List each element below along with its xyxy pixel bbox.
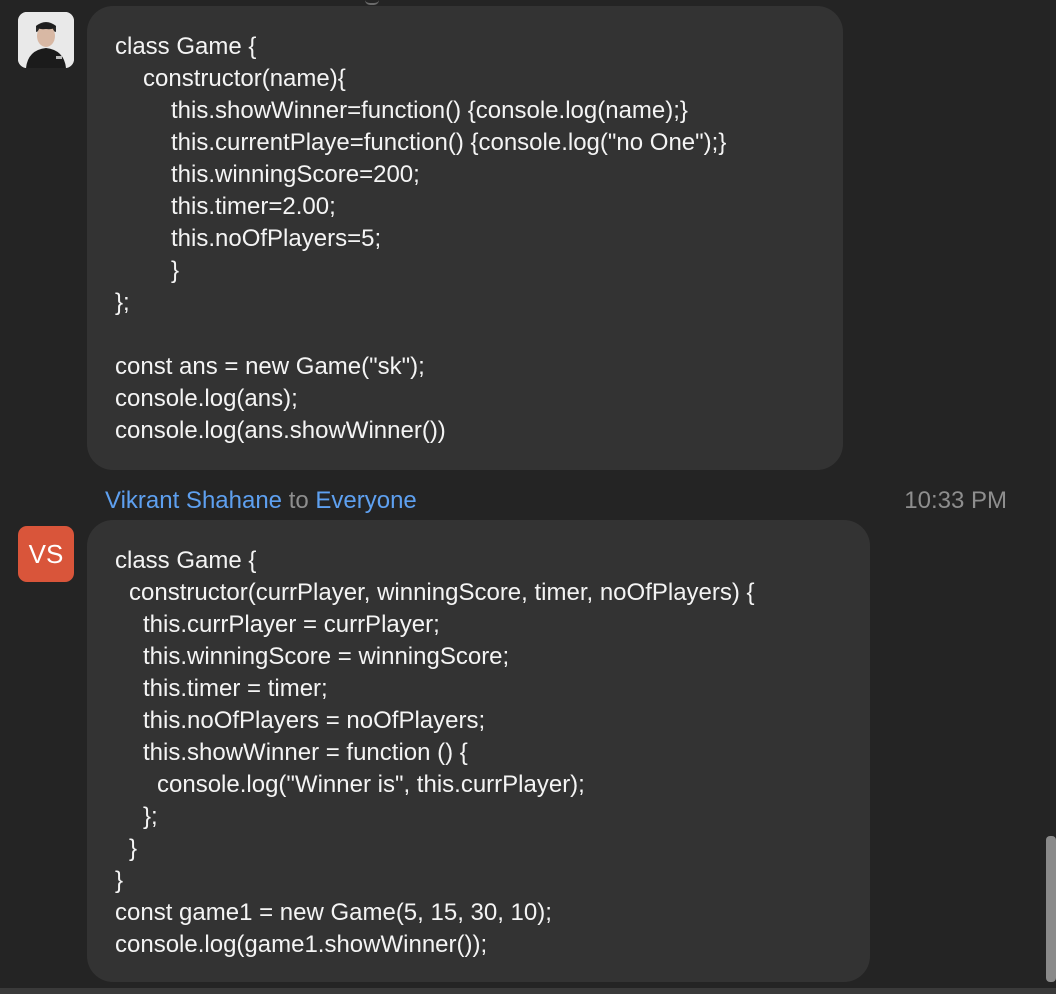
code-line: }; <box>143 803 158 830</box>
code-line: this.currPlayer = currPlayer; <box>143 611 440 638</box>
code-line: const game1 = new Game(5, 15, 30, 10); <box>115 899 552 926</box>
message-bubble[interactable]: class Game { constructor(currPlayer, win… <box>87 520 870 982</box>
code-line: } <box>129 835 138 862</box>
code-line: class Game { <box>115 547 257 574</box>
user-photo-icon <box>18 12 74 68</box>
code-line: console.log("Winner is", this.currPlayer… <box>157 771 585 798</box>
code-line: this.noOfPlayers=5; <box>171 225 382 252</box>
message-timestamp: 10:33 PM <box>904 487 1007 514</box>
code-line: console.log(ans.showWinner()) <box>115 417 446 444</box>
message-header: Vikrant Shahane to Everyone <box>105 484 417 518</box>
code-line: this.showWinner = function () { <box>143 739 468 766</box>
code-line: const ans = new Game("sk"); <box>115 353 425 380</box>
code-line: constructor(name){ <box>143 65 346 92</box>
to-label: to <box>288 487 309 514</box>
code-line: constructor(currPlayer, winningScore, ti… <box>129 579 755 606</box>
code-line: this.currentPlaye=function() {console.lo… <box>171 129 727 156</box>
sender-name[interactable]: Vikrant Shahane <box>105 487 282 514</box>
code-line: this.winningScore=200; <box>171 161 420 188</box>
recipient-name[interactable]: Everyone <box>315 487 416 514</box>
initials-avatar[interactable]: VS <box>18 526 74 582</box>
code-line: console.log(ans); <box>115 385 298 412</box>
bottom-divider <box>0 988 1056 994</box>
code-line: this.showWinner=function() {console.log(… <box>171 97 688 124</box>
message-bubble[interactable]: class Game { constructor(name){ this.sho… <box>87 6 843 470</box>
code-line: this.noOfPlayers = noOfPlayers; <box>143 707 486 734</box>
code-line: } <box>115 867 124 894</box>
code-line: }; <box>115 289 130 316</box>
user-avatar[interactable] <box>18 12 74 68</box>
scrollbar-thumb[interactable] <box>1046 836 1056 982</box>
scroll-indicator-top <box>365 0 379 5</box>
code-line: this.winningScore = winningScore; <box>143 643 510 670</box>
code-line: console.log(game1.showWinner()); <box>115 931 488 958</box>
code-line: this.timer=2.00; <box>171 193 336 220</box>
code-line: class Game { <box>115 33 257 60</box>
code-line: this.timer = timer; <box>143 675 328 702</box>
code-line: } <box>171 257 180 284</box>
